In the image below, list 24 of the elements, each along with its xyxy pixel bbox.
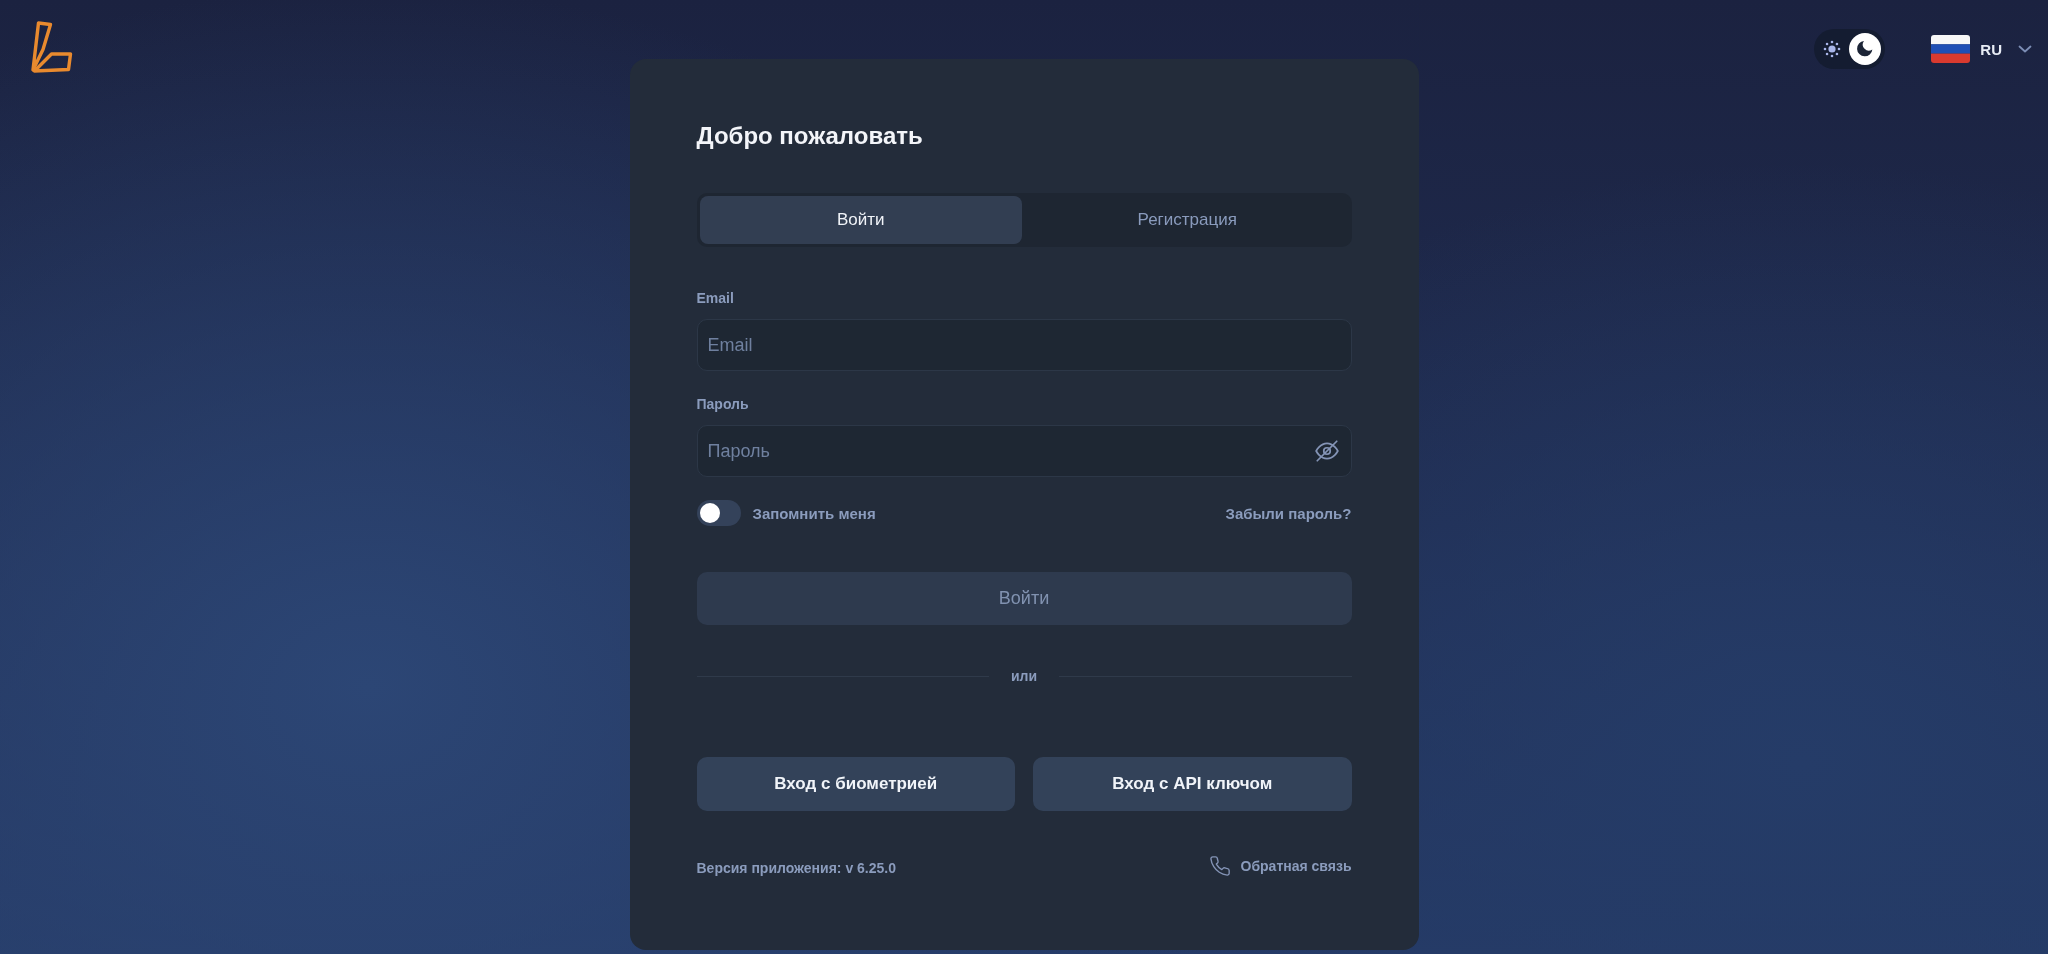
feedback-link[interactable]: Обратная связь: [1208, 855, 1352, 877]
chevron-down-icon: [2018, 45, 2032, 53]
login-option-button[interactable]: Вход с биометрией: [696, 757, 1015, 811]
logo-icon[interactable]: [30, 20, 74, 74]
tab[interactable]: Регистрация: [1026, 196, 1349, 244]
language-dropdown[interactable]: RU: [1931, 29, 2032, 69]
field-label: Email: [696, 290, 735, 307]
remember-toggle[interactable]: [696, 500, 741, 526]
login-option-button[interactable]: Вход с API ключом: [1033, 757, 1352, 811]
flag-icon: [1931, 35, 1971, 63]
forgot-password-link[interactable]: Забыли пароль?: [1225, 504, 1352, 522]
divider-text: или: [1010, 668, 1038, 685]
card-title: Добро пожаловать: [696, 121, 924, 151]
moon-icon[interactable]: [1849, 33, 1882, 65]
field-label: Пароль: [696, 396, 750, 413]
input-field[interactable]: Пароль: [696, 425, 1352, 477]
version-text: Версия приложения: v 6.25.0: [696, 860, 896, 877]
eye-slash-icon[interactable]: [1313, 438, 1340, 464]
theme-switch[interactable]: [1814, 29, 1886, 69]
phone-icon: [1208, 855, 1231, 877]
toggle-label[interactable]: Запомнить меня: [752, 504, 876, 522]
input-field[interactable]: Email: [696, 319, 1352, 371]
tab[interactable]: Войти: [699, 196, 1022, 244]
sun-icon[interactable]: [1823, 40, 1842, 58]
